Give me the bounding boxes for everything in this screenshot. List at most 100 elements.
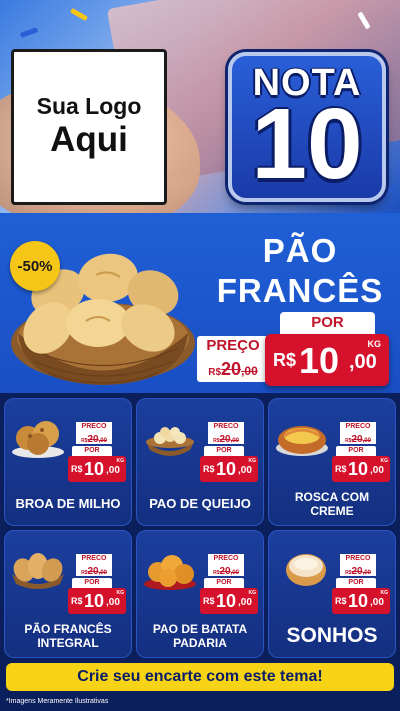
old-price-label: PRECO xyxy=(340,554,376,564)
product-name: PAO DE QUEIJO xyxy=(149,496,251,511)
new-price-value: 10 xyxy=(216,591,237,611)
price-unit: KG xyxy=(248,590,257,596)
product-name: SONHOS xyxy=(286,624,378,647)
old-price-label: PRECO xyxy=(76,554,112,564)
old-price: R$20,00 xyxy=(340,432,376,445)
old-price: R$20,00 xyxy=(340,564,376,577)
new-price-currency: R$ xyxy=(273,350,297,370)
new-price-label: POR xyxy=(336,578,376,588)
new-price-value: 10 xyxy=(84,591,105,611)
old-price-value: 20 xyxy=(87,566,99,577)
old-price-cents: ,00 xyxy=(230,570,239,576)
product-name: ROSCA COM CREME xyxy=(294,490,370,519)
old-price-label: PREÇO xyxy=(197,336,269,356)
price-unit: KG xyxy=(116,458,125,464)
old-price: R$20,00 xyxy=(197,356,269,382)
old-price-label: PRECO xyxy=(208,422,244,432)
old-price-value: 20 xyxy=(219,434,231,445)
new-price-cents: ,00 xyxy=(238,597,252,608)
hero-title: PÃO FRANCÊS xyxy=(205,231,395,310)
new-price-value: 10 xyxy=(348,591,369,611)
new-price-cents: ,00 xyxy=(370,465,384,476)
new-price-cents: ,00 xyxy=(106,465,120,476)
old-price-cents: ,00 xyxy=(98,438,107,444)
price-tag: PRECO R$20,00 POR R$ 10 ,00 KG xyxy=(200,554,258,614)
product-card[interactable]: PRECO R$20,00 POR R$ 10 ,00 KG PAO DE BA… xyxy=(136,530,264,658)
new-price-cents: ,00 xyxy=(349,351,377,373)
header-banner: Sua Logo Aqui NOTA 10 xyxy=(0,0,400,213)
potato-bread-icon xyxy=(144,555,196,590)
old-price-cents: ,00 xyxy=(362,438,371,444)
new-price-value: 10 xyxy=(84,459,105,479)
logo-text-line1: Sua Logo xyxy=(36,93,142,120)
hero-offer[interactable]: -50% PÃO FRANCÊS PREÇO R$20,00 POR R$ 10… xyxy=(0,213,400,393)
product-card[interactable]: PRECO R$20,00 POR R$ 10 ,00 KG SONHOS xyxy=(268,530,396,658)
new-price-value: 10 xyxy=(299,340,340,381)
new-price: R$ 10 ,00 KG xyxy=(265,334,389,386)
price-tag: PRECO R$20,00 POR R$ 10 ,00 KG xyxy=(332,422,390,482)
old-price-currency: R$ xyxy=(208,367,222,378)
new-price-cents: ,00 xyxy=(106,597,120,608)
old-price-cents: ,00 xyxy=(230,438,239,444)
new-price-value: 10 xyxy=(348,459,369,479)
new-price: R$ 10 ,00 KG xyxy=(200,588,258,614)
new-price: R$ 10 ,00 KG xyxy=(332,588,390,614)
price-unit: KG xyxy=(367,339,382,349)
old-price-cents: ,00 xyxy=(241,364,258,378)
whole-wheat-rolls-icon xyxy=(12,553,64,589)
logo-text-line2: Aqui xyxy=(50,119,128,159)
product-name: PÃO FRANCÊS INTEGRAL xyxy=(24,622,112,651)
product-name: PAO DE BATATA PADARIA xyxy=(152,622,248,651)
new-price-label: POR xyxy=(336,446,376,456)
logo-placeholder[interactable]: Sua Logo Aqui xyxy=(11,49,167,205)
old-price: R$20,00 xyxy=(76,564,112,577)
old-price-label: PRECO xyxy=(76,422,112,432)
old-price-label: PRECO xyxy=(208,554,244,564)
price-unit: KG xyxy=(380,590,389,596)
new-price-label: POR xyxy=(204,578,244,588)
new-price-currency: R$ xyxy=(335,596,347,606)
new-price-cents: ,00 xyxy=(238,465,252,476)
corn-bread-icon xyxy=(12,421,64,458)
image-disclaimer: *Imagens Meramente Ilustrativas xyxy=(6,698,109,705)
price-tag: PRECO R$20,00 POR R$ 10 ,00 KG xyxy=(68,422,126,482)
product-card[interactable]: PRECO R$20,00 POR R$ 10 ,00 KG PÃO FRANC… xyxy=(4,530,132,658)
create-flyer-button[interactable]: Crie seu encarte com este tema! xyxy=(6,663,394,691)
price-unit: KG xyxy=(116,590,125,596)
price-tag: PRECO R$20,00 POR R$ 10 ,00 KG xyxy=(332,554,390,614)
product-card[interactable]: PRECO R$20,00 POR R$ 10 ,00 KG PAO DE QU… xyxy=(136,398,264,526)
cheese-bread-icon xyxy=(146,427,194,456)
donut-icon xyxy=(286,554,326,586)
old-price: R$20,00 xyxy=(76,432,112,445)
cream-pastry-icon xyxy=(276,426,328,456)
new-price-currency: R$ xyxy=(71,596,83,606)
new-price-label: POR xyxy=(280,312,375,334)
old-price: R$20,00 xyxy=(208,564,244,577)
old-price-value: 20 xyxy=(351,566,363,577)
confetti-decoration xyxy=(69,7,89,22)
new-price-label: POR xyxy=(72,578,112,588)
old-price-value: 20 xyxy=(87,434,99,445)
product-card[interactable]: PRECO R$20,00 POR R$ 10 ,00 KG BROA DE M… xyxy=(4,398,132,526)
new-price-cents: ,00 xyxy=(370,597,384,608)
product-name: BROA DE MILHO xyxy=(15,496,121,511)
old-price-cents: ,00 xyxy=(362,570,371,576)
old-price-value: 20 xyxy=(221,359,242,379)
new-price-currency: R$ xyxy=(335,464,347,474)
old-price-label: PRECO xyxy=(340,422,376,432)
old-price-value: 20 xyxy=(219,566,231,577)
product-card[interactable]: PRECO R$20,00 POR R$ 10 ,00 KG ROSCA COM… xyxy=(268,398,396,526)
new-price-value: 10 xyxy=(216,459,237,479)
new-price-label: POR xyxy=(204,446,244,456)
old-price: R$20,00 xyxy=(208,432,244,445)
new-price: R$ 10 ,00 KG xyxy=(68,456,126,482)
nota-10-badge: NOTA 10 xyxy=(228,52,386,202)
new-price-currency: R$ xyxy=(203,464,215,474)
confetti-decoration xyxy=(19,27,39,38)
new-price-currency: R$ xyxy=(71,464,83,474)
old-price-cents: ,00 xyxy=(98,570,107,576)
hero-title-line1: PÃO xyxy=(262,232,338,269)
price-tag: PRECO R$20,00 POR R$ 10 ,00 KG xyxy=(68,554,126,614)
price-unit: KG xyxy=(248,458,257,464)
new-price: R$ 10 ,00 KG xyxy=(200,456,258,482)
